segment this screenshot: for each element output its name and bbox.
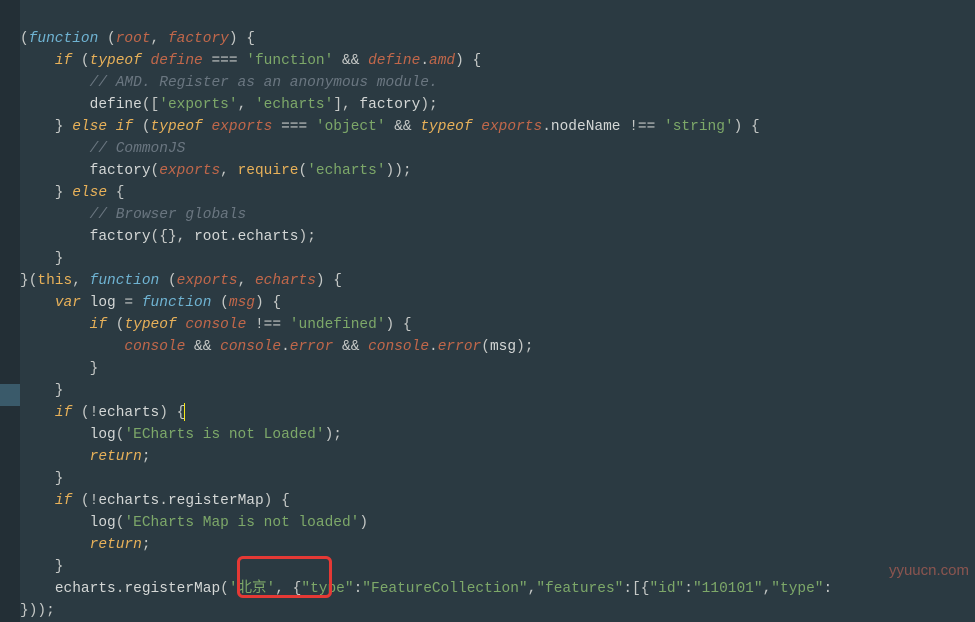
text-cursor	[184, 403, 185, 421]
kw-function: function	[29, 31, 99, 47]
watermark: yyuucn.com	[889, 560, 969, 582]
code-editor[interactable]: (function (root, factory) { if (typeof d…	[20, 6, 832, 622]
comment-browser: // Browser globals	[90, 207, 247, 223]
line-marker	[0, 384, 20, 406]
gutter	[0, 0, 20, 622]
comment-amd: // AMD. Register as an anonymous module.	[90, 75, 438, 91]
comment-commonjs: // CommonJS	[90, 141, 186, 157]
